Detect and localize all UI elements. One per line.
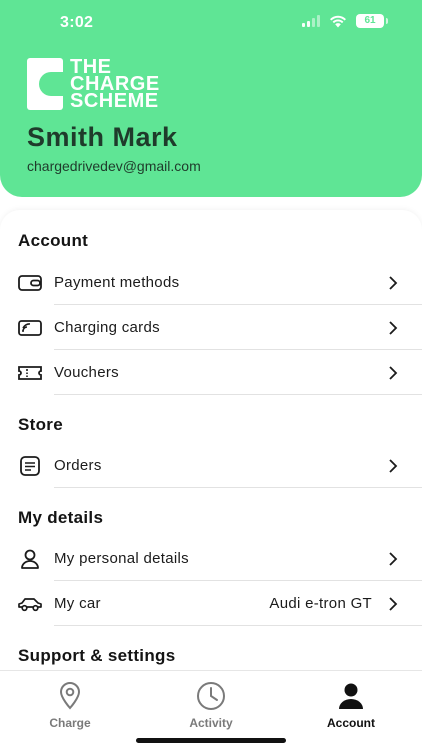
chevron-right-icon [389, 275, 398, 290]
user-email: chargedrivedev@gmail.com [27, 158, 201, 174]
menu-item-orders[interactable]: Orders [0, 443, 422, 488]
tab-label: Activity [189, 716, 233, 730]
section-title-store: Store [18, 415, 63, 434]
receipt-icon [17, 453, 43, 479]
wifi-icon [330, 15, 346, 27]
brand-logo: THE CHARGE SCHEME [27, 57, 160, 112]
divider [54, 394, 422, 395]
menu-item-label: My personal details [54, 550, 189, 567]
profile-header: 3:02 61 THE CHARGE SCHEME Smith Mark cha… [0, 0, 422, 197]
menu-item-label: Vouchers [54, 364, 119, 381]
chevron-right-icon [389, 320, 398, 335]
car-model-value: Audi e-tron GT [269, 595, 372, 612]
status-bar: 3:02 61 [0, 0, 422, 46]
card-icon [17, 315, 43, 341]
tab-label: Charge [49, 716, 91, 730]
tab-account[interactable]: Account [301, 681, 401, 730]
tab-charge[interactable]: Charge [20, 681, 120, 730]
cellular-signal-icon [302, 15, 320, 27]
home-indicator [136, 738, 286, 743]
status-time: 3:02 [60, 14, 94, 31]
logo-mark [27, 58, 63, 110]
tab-label: Account [327, 716, 375, 730]
chevron-right-icon [389, 458, 398, 473]
chevron-right-icon [389, 596, 398, 611]
section-title-account: Account [18, 231, 89, 250]
car-icon [17, 591, 43, 617]
section-title-support-settings: Support & settings [18, 646, 176, 665]
person-icon [17, 546, 43, 572]
status-icons: 61 [302, 14, 388, 28]
section-title-my-details: My details [18, 508, 104, 527]
menu-item-label: My car [54, 595, 101, 612]
chevron-right-icon [389, 551, 398, 566]
chevron-right-icon [389, 365, 398, 380]
ticket-icon [17, 360, 43, 386]
tab-activity[interactable]: Activity [161, 681, 261, 730]
menu-item-label: Orders [54, 457, 102, 474]
wallet-icon [17, 270, 43, 296]
menu-item-payment-methods[interactable]: Payment methods [0, 260, 422, 305]
menu-item-label: Payment methods [54, 274, 180, 291]
battery-icon: 61 [356, 14, 388, 28]
menu-item-vouchers[interactable]: Vouchers [0, 350, 422, 395]
user-icon [336, 681, 366, 711]
location-pin-icon [55, 681, 85, 711]
logo-text: THE CHARGE SCHEME [70, 57, 160, 112]
divider [54, 487, 422, 488]
clock-icon [196, 681, 226, 711]
logo-line: SCHEME [70, 89, 159, 112]
divider [54, 625, 422, 626]
menu-item-personal-details[interactable]: My personal details [0, 536, 422, 581]
menu-item-label: Charging cards [54, 319, 160, 336]
account-menu[interactable]: Account Payment methods Charging cards V… [0, 210, 422, 670]
user-name: Smith Mark [27, 122, 178, 152]
menu-item-charging-cards[interactable]: Charging cards [0, 305, 422, 350]
menu-item-my-car[interactable]: My car Audi e-tron GT [0, 581, 422, 626]
